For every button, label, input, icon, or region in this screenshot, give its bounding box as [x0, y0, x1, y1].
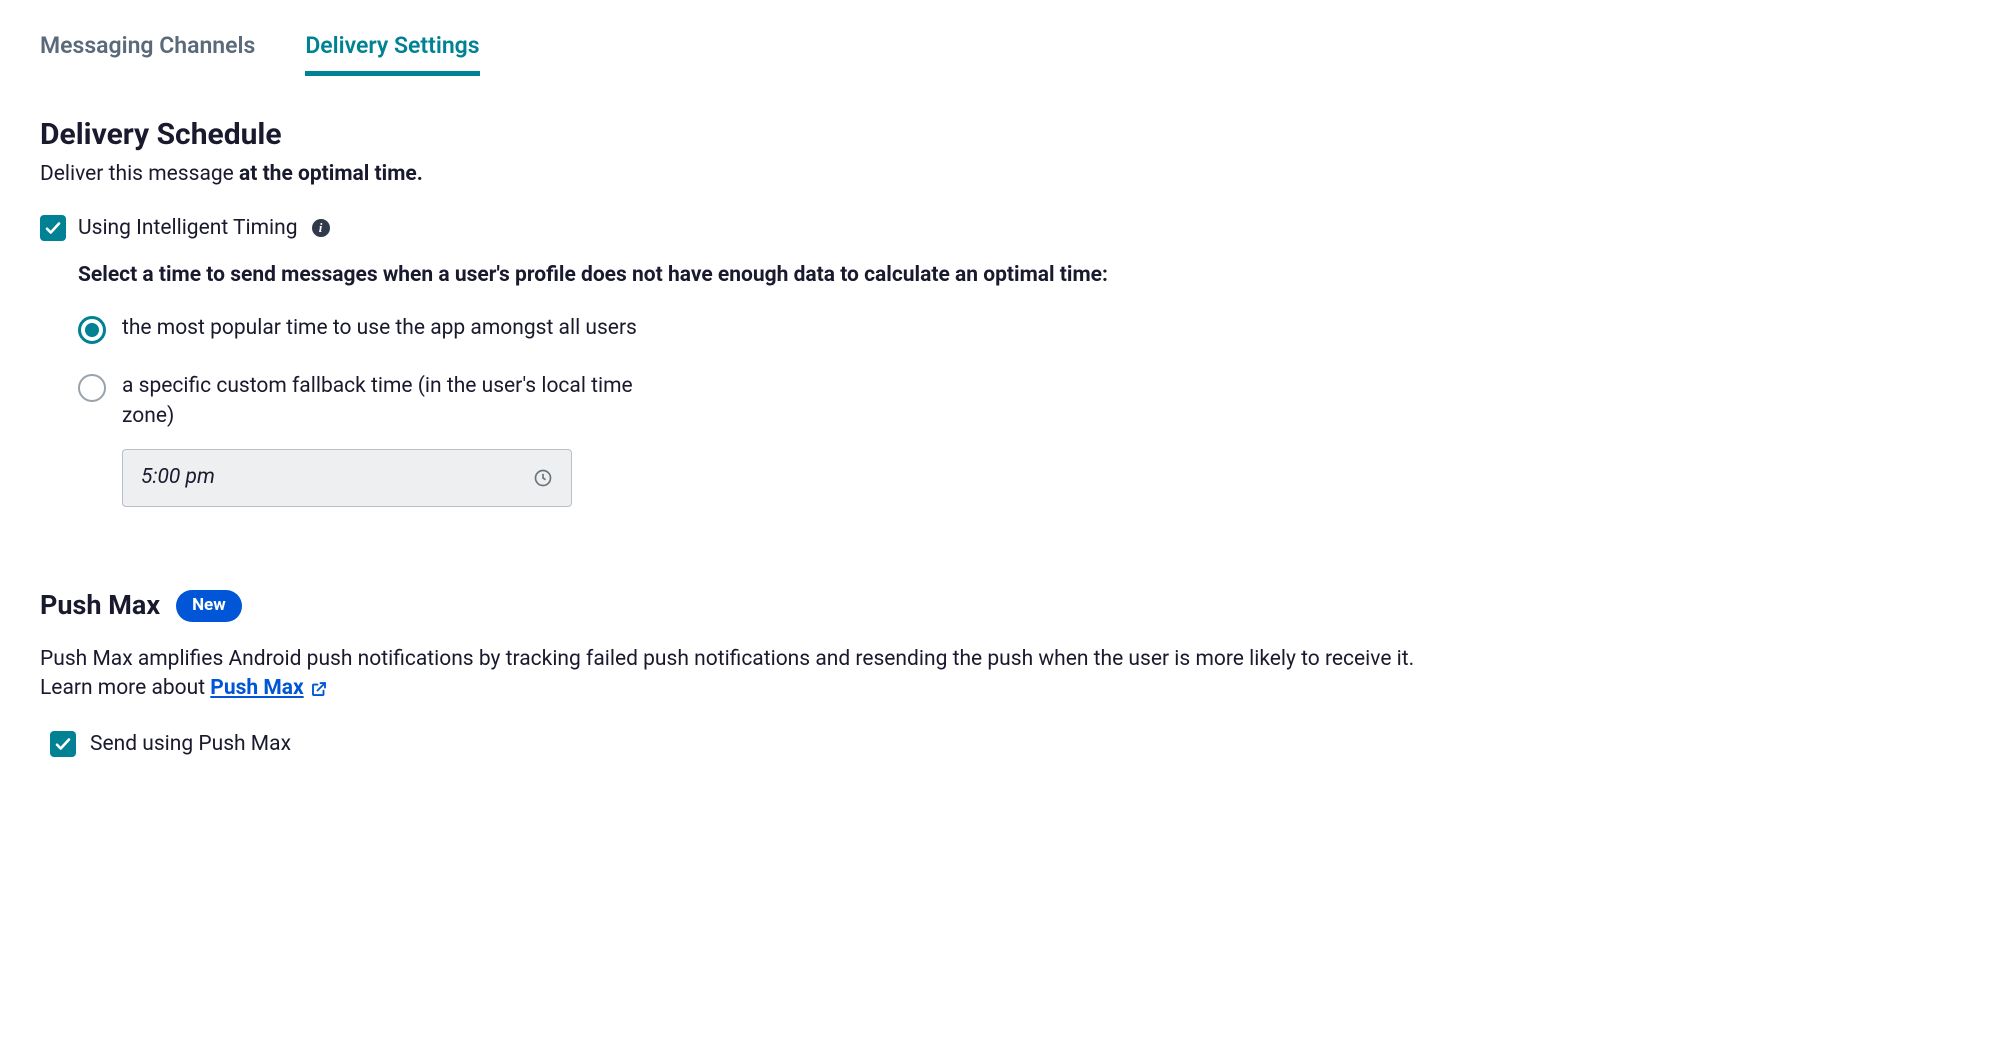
info-icon[interactable]: i	[312, 219, 330, 237]
time-input-container: 5:00 pm	[122, 449, 1158, 507]
push-max-title: Push Max	[40, 587, 160, 625]
push-max-description: Push Max amplifies Android push notifica…	[40, 645, 1440, 704]
radio-popular-time[interactable]	[78, 316, 106, 344]
delivery-schedule-section: Delivery Schedule Deliver this message a…	[40, 114, 1972, 507]
intelligent-timing-label: Using Intelligent Timing	[78, 214, 298, 243]
subtitle-prefix: Deliver this message	[40, 162, 239, 186]
checkmark-icon	[54, 735, 72, 753]
intelligent-timing-checkbox[interactable]	[40, 215, 66, 241]
push-max-checkbox[interactable]	[50, 731, 76, 757]
push-max-header: Push Max New	[40, 587, 1972, 625]
fallback-time-input[interactable]: 5:00 pm	[122, 449, 572, 507]
delivery-schedule-subtitle: Deliver this message at the optimal time…	[40, 160, 1972, 189]
push-max-link[interactable]: Push Max	[210, 674, 327, 703]
fallback-prompt: Select a time to send messages when a us…	[78, 261, 1158, 290]
radio-popular-label: the most popular time to use the app amo…	[122, 314, 637, 343]
fallback-time-value: 5:00 pm	[141, 463, 215, 492]
push-max-section: Push Max New Push Max amplifies Android …	[40, 587, 1972, 759]
new-badge: New	[176, 590, 242, 622]
fallback-block: Select a time to send messages when a us…	[78, 261, 1158, 507]
radio-row-popular: the most popular time to use the app amo…	[78, 314, 1158, 344]
radio-custom-label: a specific custom fallback time (in the …	[122, 372, 682, 431]
radio-row-custom: a specific custom fallback time (in the …	[78, 372, 1158, 431]
clock-icon	[533, 468, 553, 488]
checkmark-icon	[44, 219, 62, 237]
external-link-icon	[310, 680, 328, 698]
tabs: Messaging Channels Delivery Settings	[40, 30, 1972, 74]
radio-custom-time[interactable]	[78, 374, 106, 402]
subtitle-bold: at the optimal time.	[239, 162, 423, 186]
push-max-checkbox-row: Send using Push Max	[50, 730, 1972, 759]
intelligent-timing-row: Using Intelligent Timing i	[40, 214, 1972, 243]
tab-delivery-settings[interactable]: Delivery Settings	[305, 30, 479, 74]
push-max-checkbox-label: Send using Push Max	[90, 730, 291, 759]
push-max-link-text: Push Max	[210, 674, 303, 703]
delivery-schedule-title: Delivery Schedule	[40, 114, 1972, 156]
tab-messaging-channels[interactable]: Messaging Channels	[40, 30, 255, 74]
